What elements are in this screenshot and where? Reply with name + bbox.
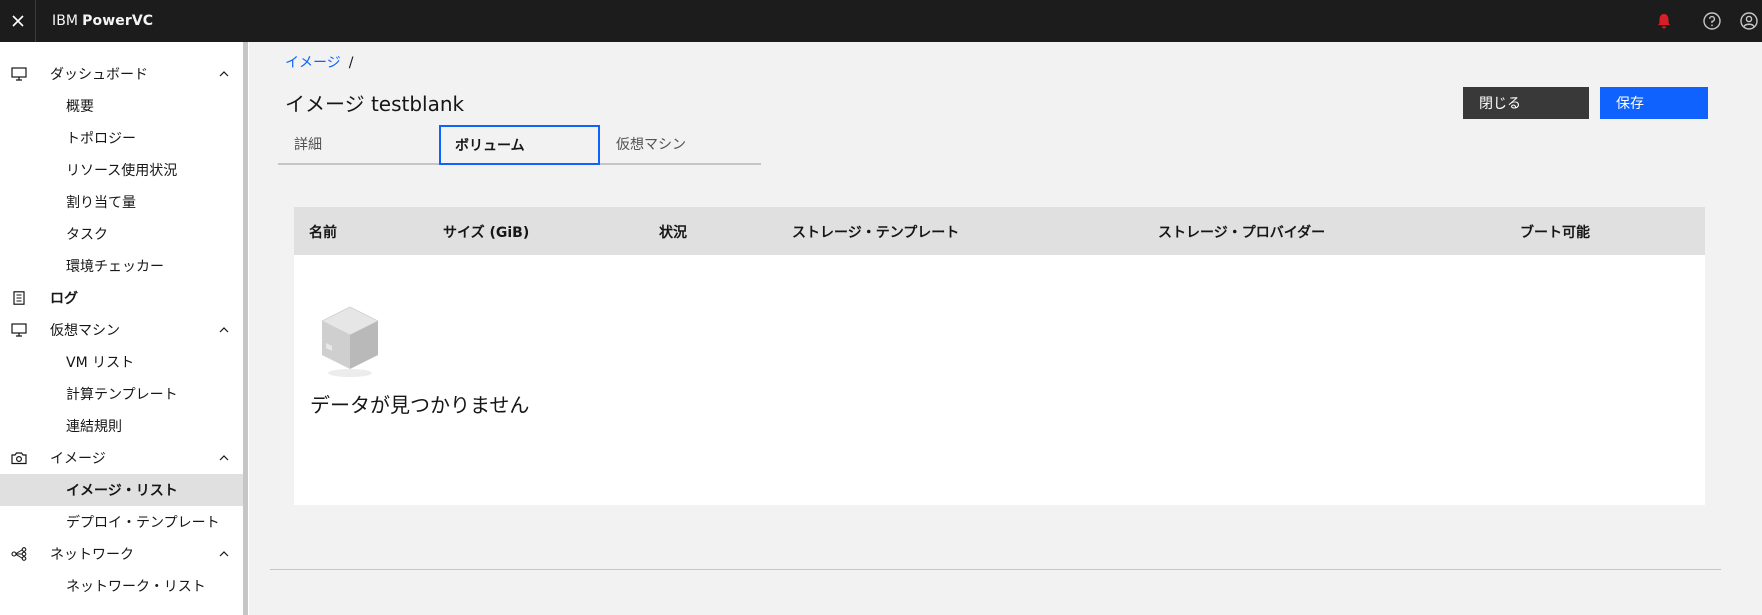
monitor-icon bbox=[11, 67, 27, 81]
sidebar-item-label: 概要 bbox=[66, 99, 94, 115]
column-header-bootable[interactable]: ブート可能 bbox=[1520, 222, 1590, 242]
sidebar-item-label: ログ bbox=[50, 291, 78, 307]
camera-icon bbox=[11, 452, 27, 465]
close-button[interactable]: 閉じる bbox=[1463, 87, 1589, 119]
sidebar-nav: ダッシュボード 概要 トポロジー リソース使用状況 割り当て量 タスク 環境チェ… bbox=[0, 42, 249, 615]
close-icon[interactable] bbox=[0, 0, 35, 42]
header-actions bbox=[1640, 0, 1762, 42]
top-header: IBM PowerVC bbox=[0, 0, 1762, 42]
monitor-icon bbox=[11, 323, 27, 337]
sidebar-item-env-checker[interactable]: 環境チェッカー bbox=[0, 250, 243, 282]
sidebar-item-network-list[interactable]: ネットワーク・リスト bbox=[0, 570, 243, 602]
sidebar-item-vm-list[interactable]: VM リスト bbox=[0, 346, 243, 378]
empty-state-message: データが見つかりません bbox=[310, 393, 530, 417]
sidebar-item-label: 仮想マシン bbox=[50, 323, 120, 339]
sidebar-item-label: 計算テンプレート bbox=[66, 387, 178, 403]
brand-name: PowerVC bbox=[82, 13, 154, 29]
sidebar-item-image-list[interactable]: イメージ・リスト bbox=[0, 474, 243, 506]
tab-virtual-machines[interactable]: 仮想マシン bbox=[600, 125, 761, 165]
brand-title[interactable]: IBM PowerVC bbox=[52, 13, 153, 29]
sidebar-item-images[interactable]: イメージ bbox=[0, 442, 243, 474]
sidebar-item-label: ネットワーク・リスト bbox=[66, 579, 206, 595]
user-icon[interactable] bbox=[1736, 0, 1762, 42]
sidebar-item-label: VM リスト bbox=[66, 355, 135, 371]
sidebar-item-tasks[interactable]: タスク bbox=[0, 218, 243, 250]
divider bbox=[270, 569, 1721, 570]
column-header-storage-template[interactable]: ストレージ・テンプレート bbox=[792, 222, 959, 242]
sidebar-item-label: トポロジー bbox=[66, 131, 136, 147]
column-header-name[interactable]: 名前 bbox=[309, 222, 337, 242]
help-icon[interactable] bbox=[1688, 0, 1736, 42]
sidebar-item-label: タスク bbox=[66, 227, 108, 243]
column-header-storage-provider[interactable]: ストレージ・プロバイダー bbox=[1158, 222, 1325, 242]
sidebar-item-virtual-machines[interactable]: 仮想マシン bbox=[0, 314, 243, 346]
sidebar-item-label: イメージ bbox=[50, 451, 106, 467]
sidebar-item-networks[interactable]: ネットワーク bbox=[0, 538, 243, 570]
sidebar-item-label: 割り当て量 bbox=[66, 195, 136, 211]
sidebar-item-label: 連結規則 bbox=[66, 419, 122, 435]
breadcrumb-separator: / bbox=[348, 55, 354, 71]
network-icon bbox=[11, 547, 27, 561]
log-icon bbox=[13, 291, 25, 305]
sidebar-item-compute-templates[interactable]: 計算テンプレート bbox=[0, 378, 243, 410]
notification-icon[interactable] bbox=[1640, 0, 1688, 42]
sidebar-item-deploy-templates[interactable]: デプロイ・テンプレート bbox=[0, 506, 243, 538]
sidebar-item-quota[interactable]: 割り当て量 bbox=[0, 186, 243, 218]
page-title: イメージ testblank bbox=[285, 92, 465, 116]
sidebar-item-label: イメージ・リスト bbox=[66, 483, 178, 499]
tab-details[interactable]: 詳細 bbox=[278, 125, 439, 165]
sidebar-item-logs[interactable]: ログ bbox=[0, 282, 243, 314]
table-header: 名前 サイズ (GiB) 状況 ストレージ・テンプレート ストレージ・プロバイダ… bbox=[294, 207, 1705, 255]
sidebar-item-collocation-rules[interactable]: 連結規則 bbox=[0, 410, 243, 442]
sidebar-item-label: ダッシュボード bbox=[50, 67, 148, 83]
save-button[interactable]: 保存 bbox=[1600, 87, 1708, 119]
sidebar-item-topology[interactable]: トポロジー bbox=[0, 122, 243, 154]
sidebar-item-dashboard[interactable]: ダッシュボード bbox=[0, 58, 243, 90]
chevron-up-icon[interactable] bbox=[218, 548, 230, 560]
sidebar-item-resource-usage[interactable]: リソース使用状況 bbox=[0, 154, 243, 186]
sidebar-scrollbar[interactable] bbox=[243, 42, 248, 615]
sidebar-item-label: ネットワーク bbox=[50, 547, 134, 563]
column-header-size[interactable]: サイズ (GiB) bbox=[443, 222, 529, 242]
breadcrumb: イメージ / bbox=[285, 52, 353, 72]
sidebar-item-label: デプロイ・テンプレート bbox=[66, 515, 220, 531]
chevron-up-icon[interactable] bbox=[218, 452, 230, 464]
sidebar-item-label: リソース使用状況 bbox=[66, 163, 178, 179]
sidebar-item-label: 環境チェッカー bbox=[66, 259, 164, 275]
chevron-up-icon[interactable] bbox=[218, 324, 230, 336]
tab-volumes[interactable]: ボリューム bbox=[439, 125, 600, 165]
chevron-up-icon[interactable] bbox=[218, 68, 230, 80]
breadcrumb-link-images[interactable]: イメージ bbox=[285, 55, 341, 71]
sidebar-item-overview[interactable]: 概要 bbox=[0, 90, 243, 122]
empty-box-icon bbox=[321, 306, 379, 377]
column-header-status[interactable]: 状況 bbox=[659, 222, 687, 242]
brand-prefix: IBM bbox=[52, 13, 79, 29]
table-body-empty: データが見つかりません bbox=[294, 255, 1705, 505]
header-divider bbox=[35, 0, 36, 42]
